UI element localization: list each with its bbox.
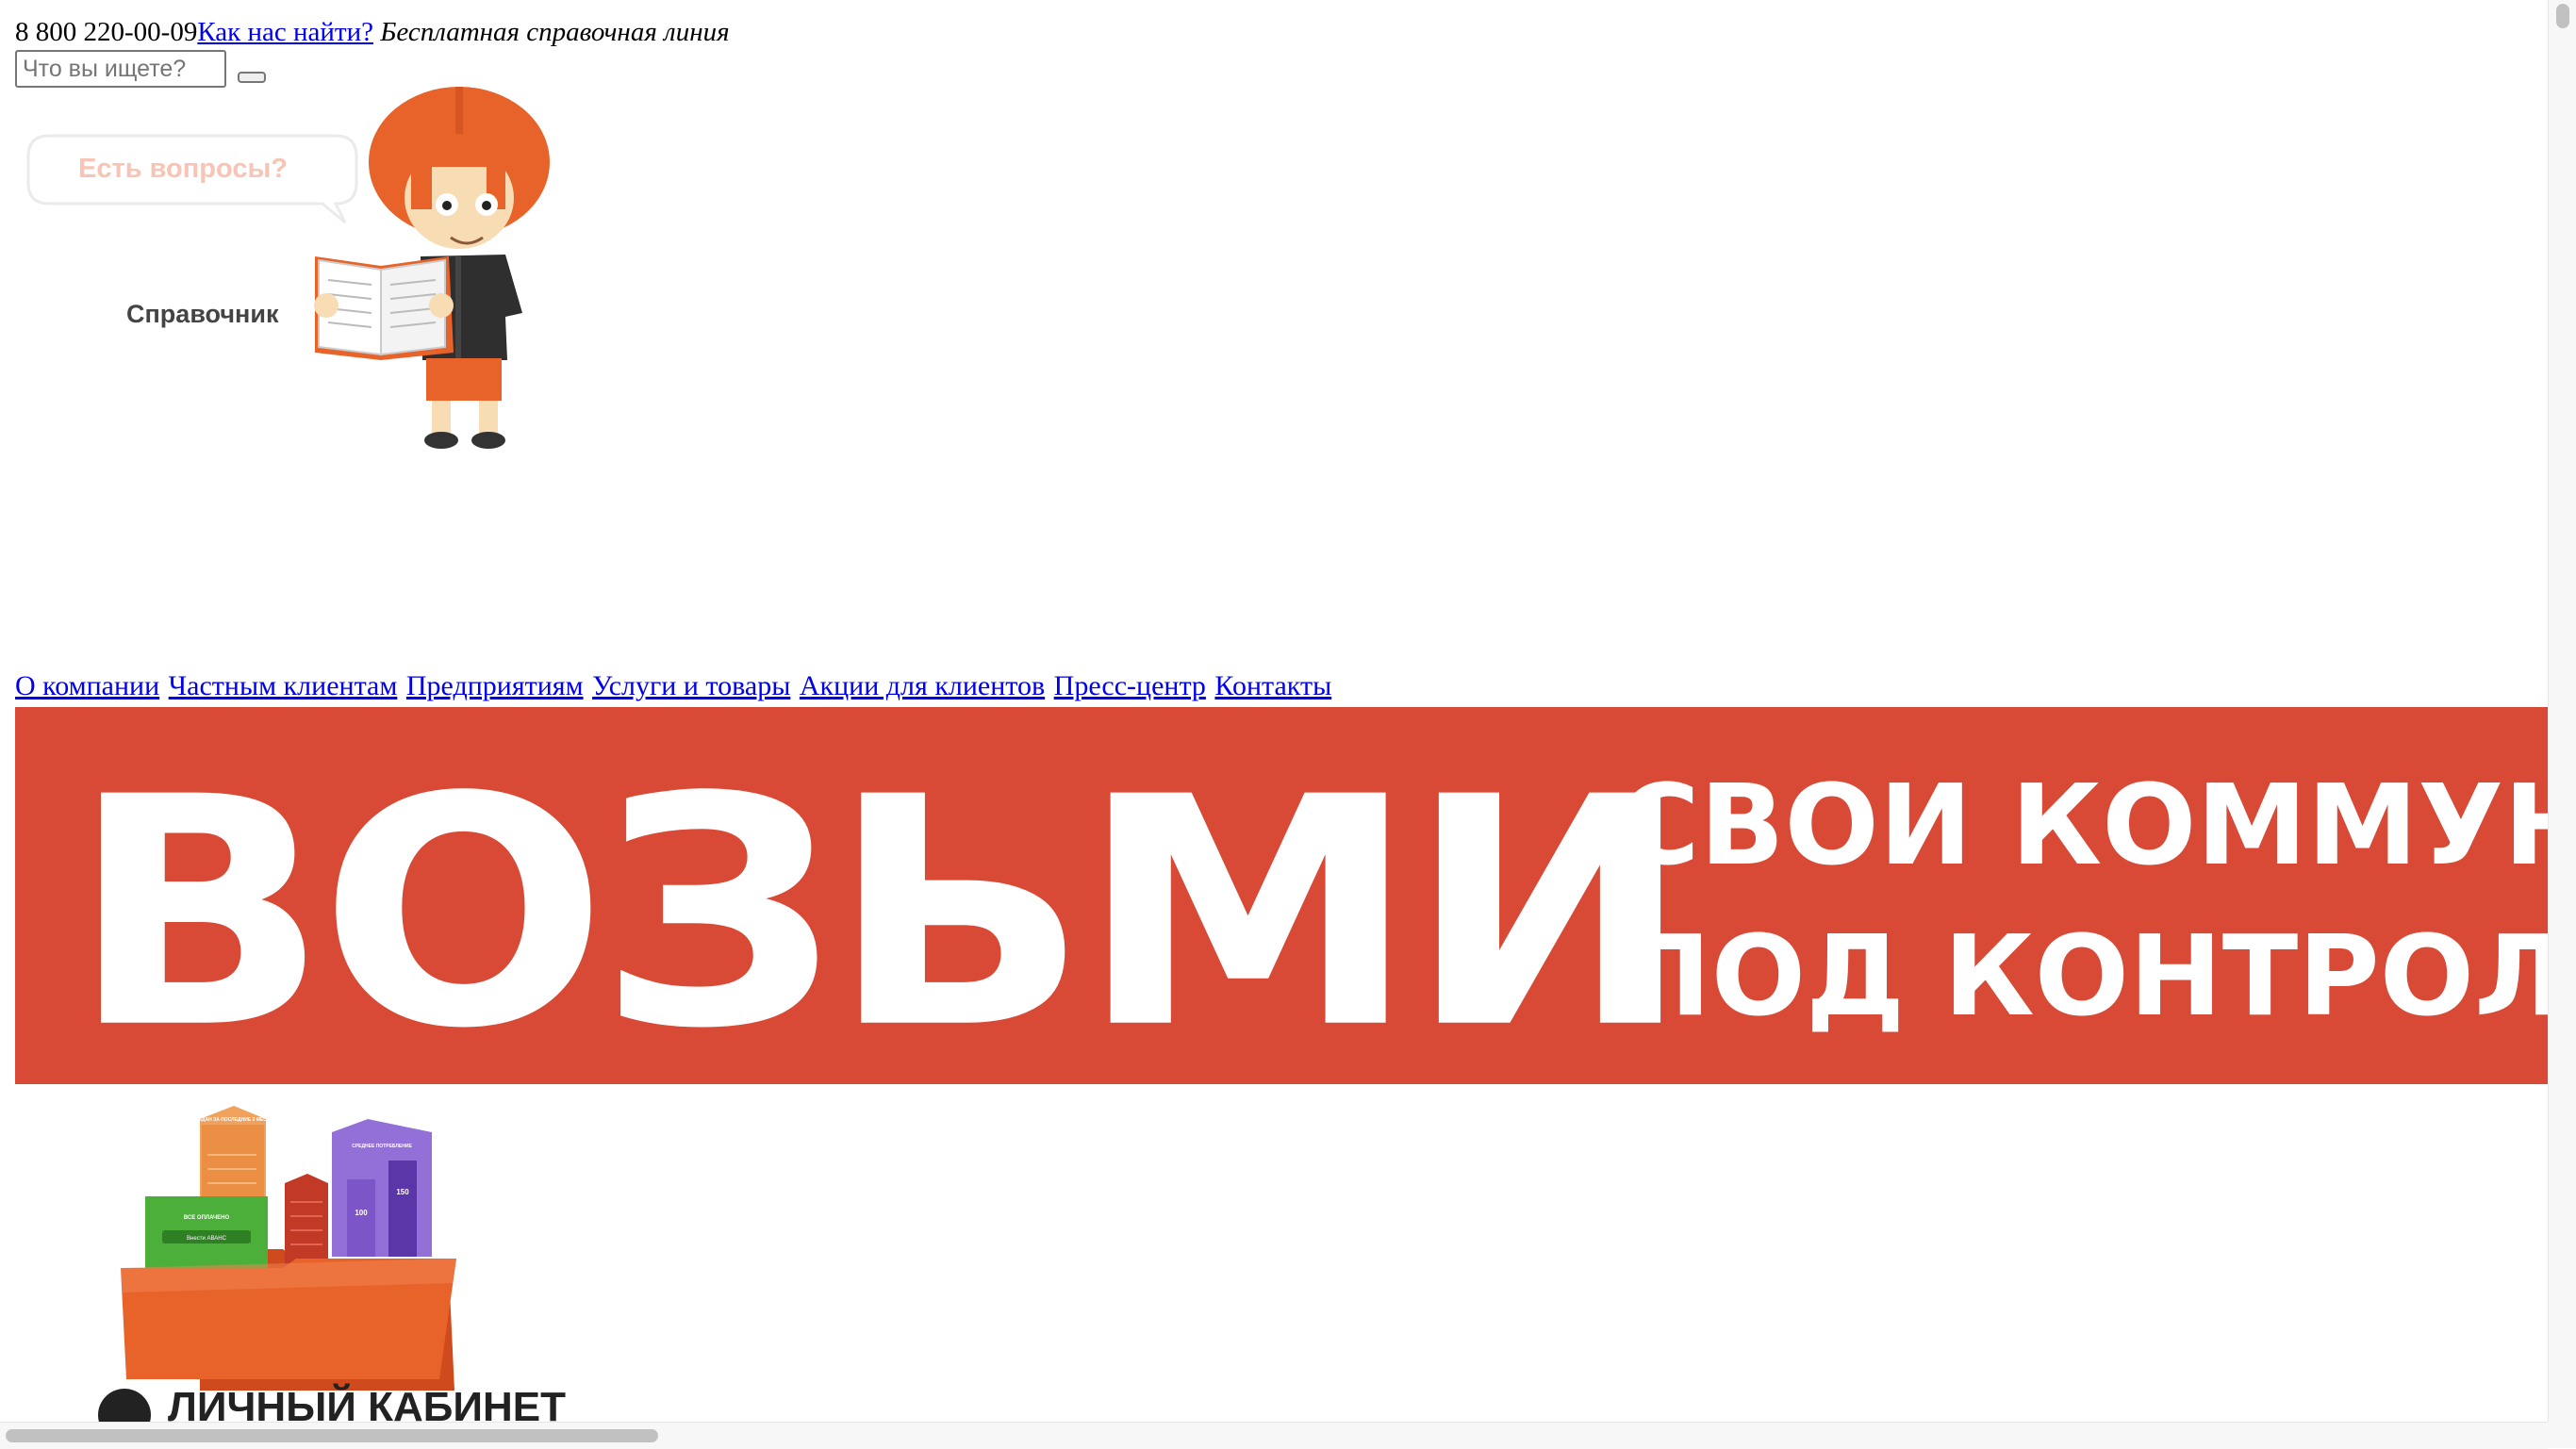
- vertical-scrollbar-thumb[interactable]: [2556, 4, 2569, 28]
- phone-number: 8 800 220-00-09: [15, 17, 198, 47]
- orange-card-title: ПЕРЕДАН ЗА ПОСЛЕДНИЕ 3 МЕСЯЦА: [189, 1117, 277, 1123]
- cabinet-caption-text: ЛИЧНЫЙ КАБИНЕТ: [168, 1382, 566, 1422]
- search-input[interactable]: [15, 50, 226, 88]
- purple-value-2: 150: [396, 1188, 409, 1196]
- advance-payment-label: Внести АВАНС: [187, 1236, 227, 1242]
- top-contact-line: 8 800 220-00-09Как нас найти? Бесплатная…: [15, 13, 730, 51]
- help-widget[interactable]: Есть вопросы? Справочник: [15, 87, 562, 450]
- nav-item-enterprises[interactable]: Предприятиям: [406, 670, 584, 701]
- horizontal-scrollbar[interactable]: [0, 1422, 2548, 1449]
- bubble-text: Есть вопросы?: [78, 154, 288, 184]
- directory-label: Справочник: [126, 300, 279, 328]
- nav-item-private-clients[interactable]: Частным клиентам: [169, 670, 398, 701]
- nav-item-contacts[interactable]: Контакты: [1214, 670, 1331, 701]
- banner-line-1: СВОИ КОММУНАЛ: [1618, 760, 2548, 890]
- nav-item-about[interactable]: О компании: [15, 670, 159, 701]
- cabinet-logo-icon: [98, 1389, 151, 1422]
- horizontal-scrollbar-thumb[interactable]: [6, 1429, 658, 1442]
- scrollbar-corner: [2548, 1422, 2576, 1448]
- page: 8 800 220-00-09Как нас найти? Бесплатная…: [0, 0, 2548, 1422]
- purple-card-title: СРЕДНЕЕ ПОТРЕБЛЕНИЕ: [352, 1144, 412, 1149]
- purple-card: СРЕДНЕЕ ПОТРЕБЛЕНИЕ 100 150: [332, 1119, 432, 1257]
- hotline-label: Бесплатная справочная линия: [380, 17, 730, 47]
- personal-cabinet-widget[interactable]: ПЕРЕДАН ЗА ПОСЛЕДНИЕ 3 МЕСЯЦА СРЕДНЕЕ ПО…: [94, 1098, 566, 1422]
- search-button[interactable]: [238, 72, 266, 83]
- main-nav: О компании Частным клиентам Предприятиям…: [15, 667, 1333, 705]
- question-bubble[interactable]: Есть вопросы?: [26, 134, 358, 224]
- banner-headline: ВОЗЬМИ: [70, 730, 1692, 1084]
- red-card: [285, 1174, 328, 1268]
- vertical-scrollbar[interactable]: [2548, 0, 2576, 1422]
- promo-banner[interactable]: ВОЗЬМИ СВОИ КОММУНАЛ ПОД КОНТРОЛЬ!: [15, 707, 2548, 1084]
- cabinet-caption: ЛИЧНЫЙ КАБИНЕТ: [98, 1382, 566, 1422]
- banner-line-2: ПОД КОНТРОЛЬ!: [1618, 911, 2548, 1041]
- green-card-title: ВСЕ ОПЛАЧЕНО: [184, 1215, 230, 1221]
- nav-item-services[interactable]: Услуги и товары: [592, 670, 790, 701]
- folder-front: [121, 1259, 456, 1379]
- purple-value-1: 100: [355, 1209, 368, 1217]
- nav-item-press-center[interactable]: Пресс-центр: [1054, 670, 1206, 701]
- find-us-link[interactable]: Как нас найти?: [197, 17, 373, 47]
- nav-item-promotions[interactable]: Акции для клиентов: [800, 670, 1045, 701]
